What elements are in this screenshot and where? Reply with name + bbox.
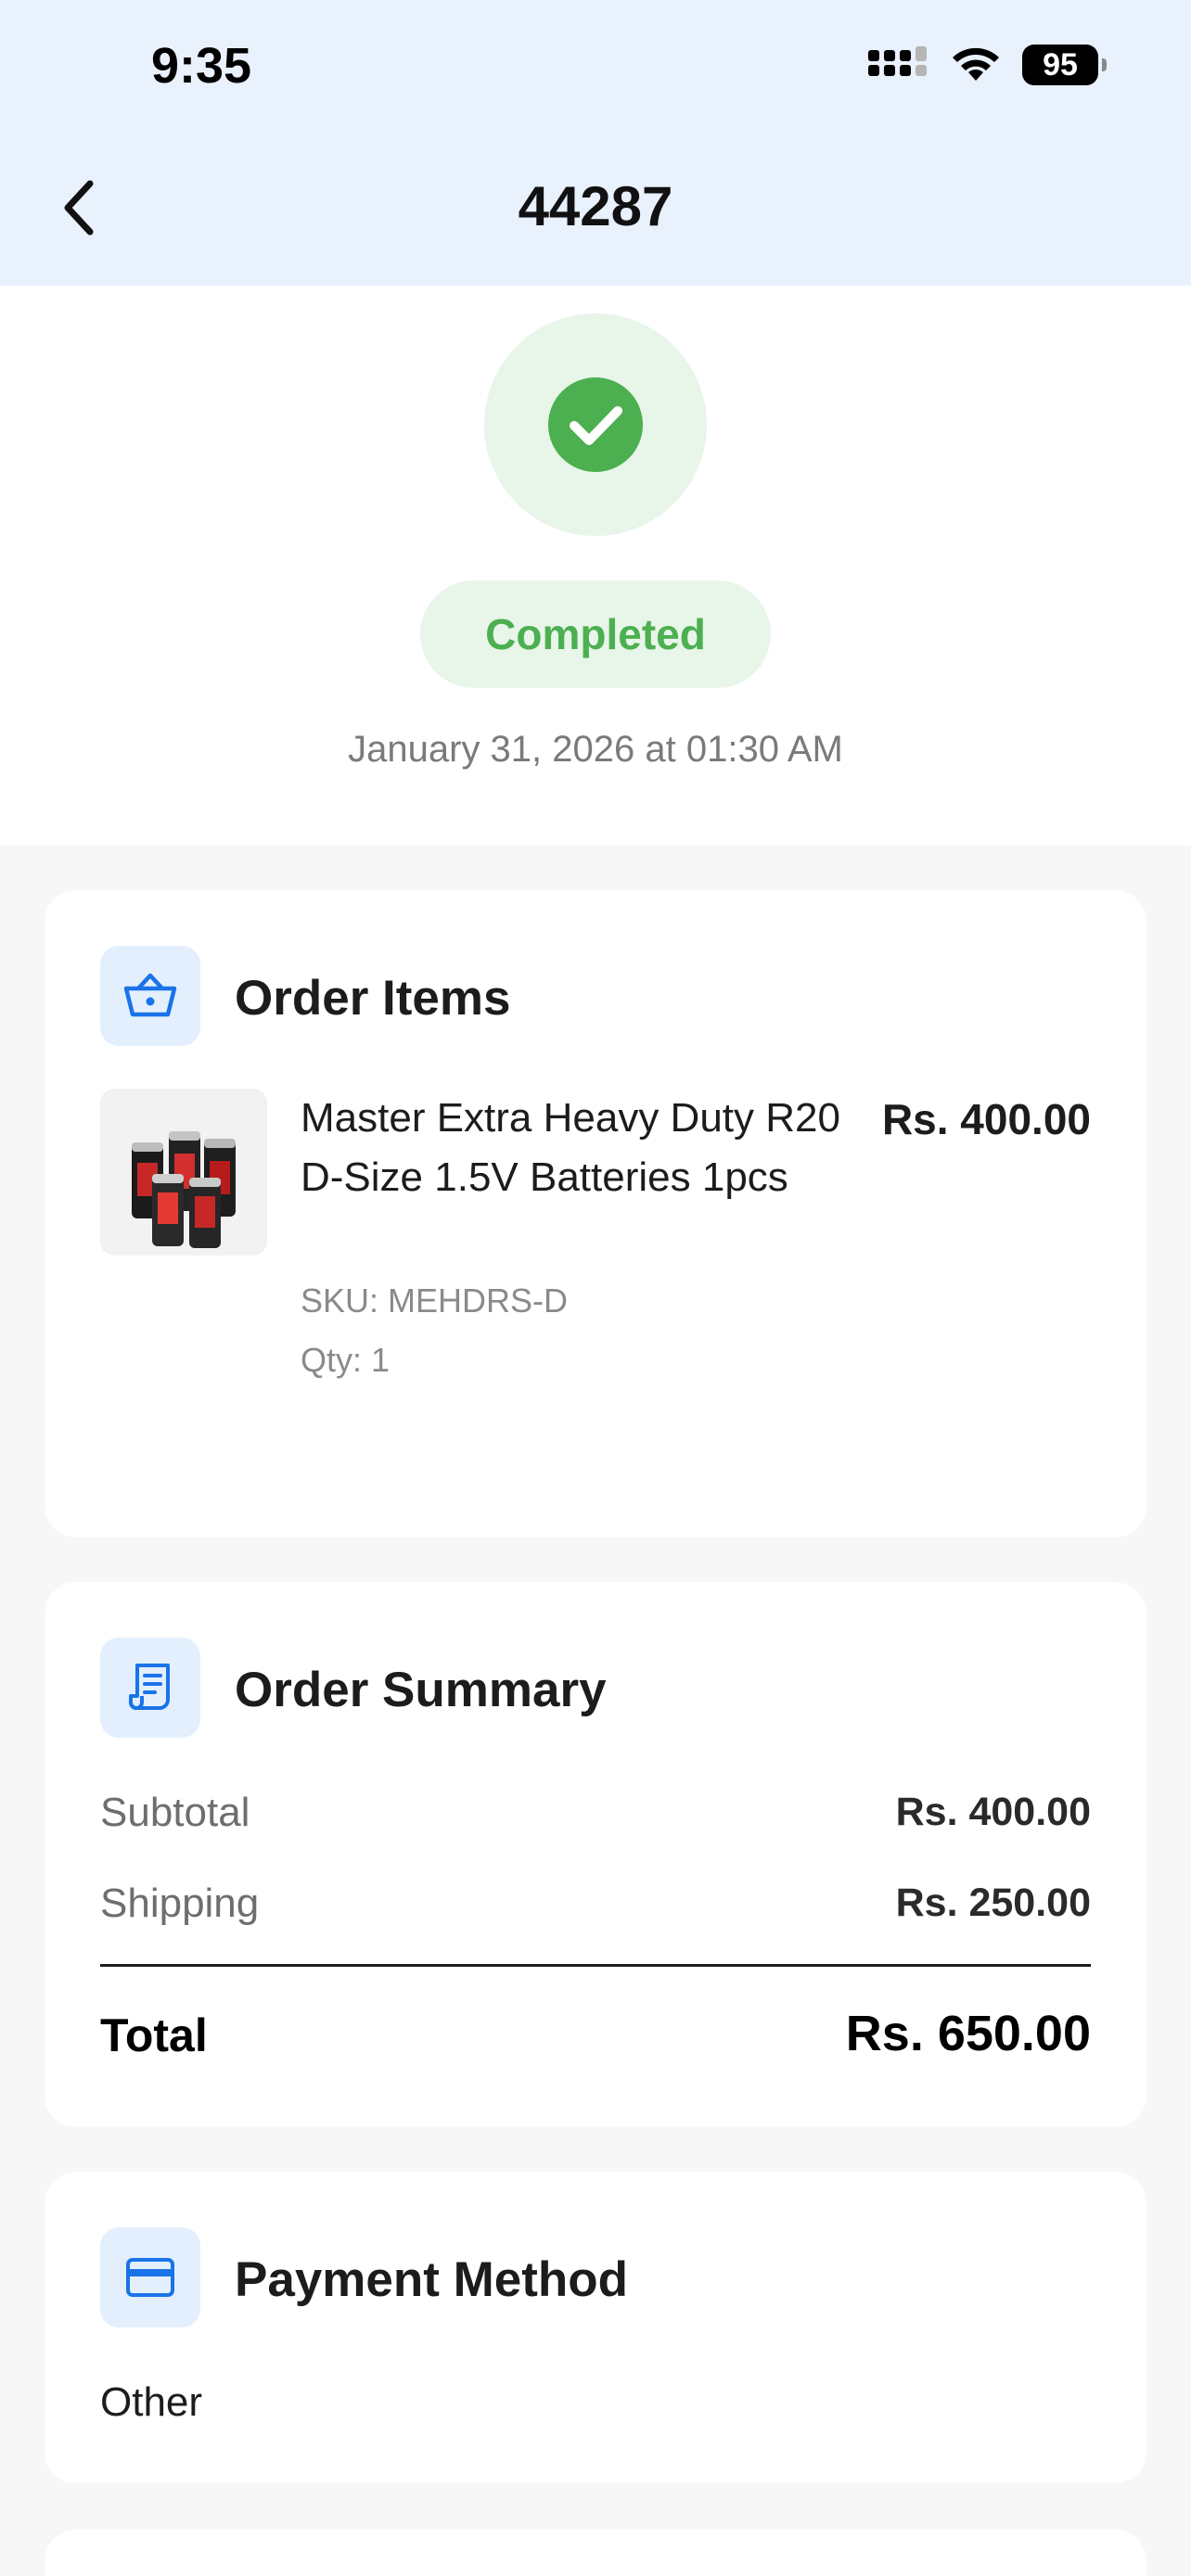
order-summary-icon-box bbox=[100, 1638, 200, 1738]
product-qty: Qty: 1 bbox=[301, 1341, 391, 1379]
summary-divider bbox=[100, 1964, 1091, 1967]
success-indicator bbox=[484, 313, 707, 536]
total-label: Total bbox=[100, 2009, 208, 2061]
payment-method-card: Payment Method Other bbox=[45, 2172, 1146, 2483]
product-price: Rs. 400.00 bbox=[881, 1095, 1091, 1143]
credit-card-icon bbox=[126, 2258, 174, 2297]
receipt-icon bbox=[129, 1664, 170, 1710]
order-date: January 31, 2026 at 01:30 AM bbox=[348, 729, 843, 770]
payment-method-value: Other bbox=[100, 2379, 203, 2425]
payment-method-title: Payment Method bbox=[235, 2252, 629, 2307]
basket-icon bbox=[123, 973, 177, 1017]
order-summary-title: Order Summary bbox=[235, 1663, 607, 1717]
order-items-title: Order Items bbox=[235, 971, 511, 1026]
order-status-section: Completed January 31, 2026 at 01:30 AM bbox=[0, 286, 1191, 846]
status-icons: 95 bbox=[868, 45, 1107, 85]
order-items-icon-box bbox=[100, 946, 200, 1046]
subtotal-value: Rs. 400.00 bbox=[895, 1790, 1091, 1834]
order-items-card: Order Items Master Extra Heavy Duty R20 … bbox=[45, 890, 1146, 1537]
subtotal-label: Subtotal bbox=[100, 1790, 250, 1835]
status-badge: Completed bbox=[420, 580, 771, 688]
next-card bbox=[45, 2530, 1146, 2576]
product-sku: SKU: MEHDRS-D bbox=[301, 1282, 569, 1320]
shipping-label: Shipping bbox=[100, 1881, 260, 1926]
page-title: 44287 bbox=[518, 175, 673, 237]
wifi-icon bbox=[953, 47, 999, 81]
total-value: Rs. 650.00 bbox=[845, 2006, 1091, 2061]
check-icon bbox=[548, 377, 643, 472]
order-summary-card: Order Summary Subtotal Rs. 400.00 Shippi… bbox=[45, 1582, 1146, 2127]
battery-level: 95 bbox=[1043, 46, 1078, 83]
signal-icon bbox=[868, 46, 927, 76]
battery-product-image bbox=[100, 1089, 267, 1256]
payment-method-icon-box bbox=[100, 2227, 200, 2327]
shipping-value: Rs. 250.00 bbox=[895, 1881, 1091, 1925]
status-time: 9:35 bbox=[151, 38, 252, 94]
app-header: 9:35 95 44287 bbox=[0, 0, 1191, 286]
product-image[interactable] bbox=[100, 1089, 267, 1256]
battery-icon: 95 bbox=[1022, 45, 1107, 85]
product-name: Master Extra Heavy Duty R20 D-Size 1.5V … bbox=[301, 1095, 840, 1200]
